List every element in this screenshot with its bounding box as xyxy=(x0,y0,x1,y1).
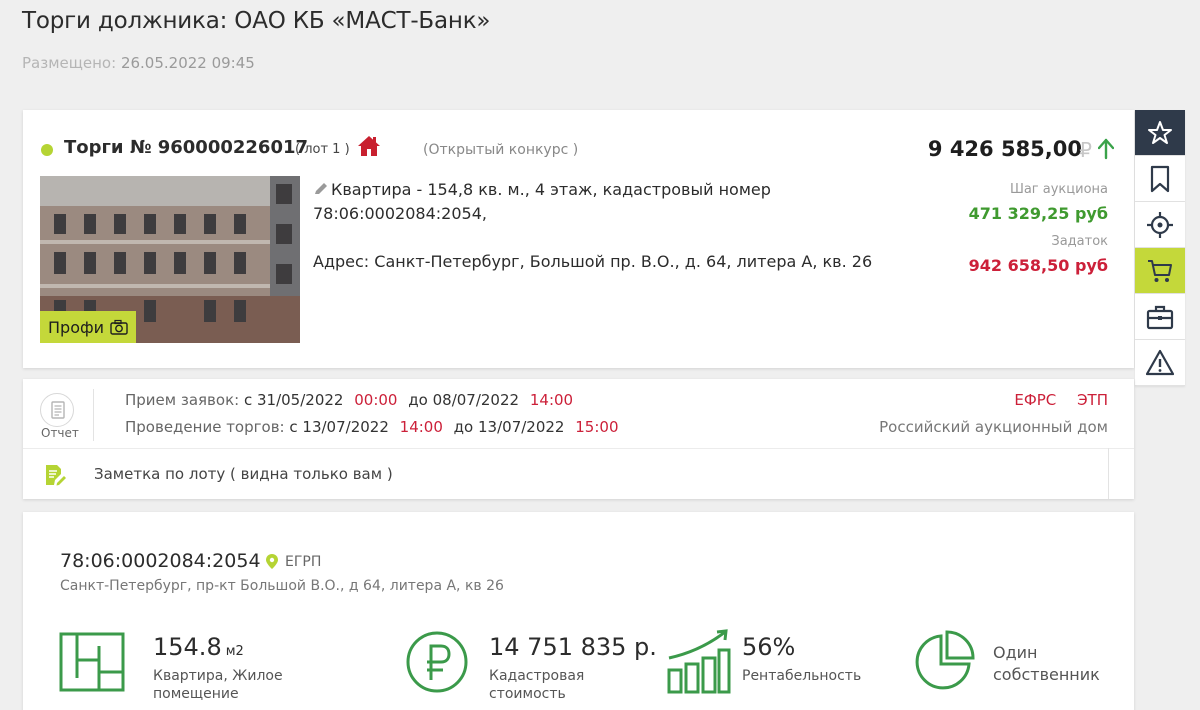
area-value: 154.8 м2 xyxy=(153,633,244,661)
target-icon xyxy=(1147,211,1173,238)
star-icon xyxy=(1148,120,1172,144)
camera-icon xyxy=(110,319,128,335)
warning-icon xyxy=(1146,349,1174,375)
note-edit-icon xyxy=(46,465,66,486)
schedule-card: Отчет Прием заявок: с 31/05/2022 00:00 д… xyxy=(23,379,1134,499)
ruble-icon: ₽ xyxy=(1079,140,1092,162)
floor-plan-icon xyxy=(59,632,125,692)
lot-address: Адрес: Санкт-Петербург, Большой пр. В.О.… xyxy=(313,252,873,271)
lot-card: Торги № 960000226017 ( лот 1 ) (Открытый… xyxy=(23,110,1134,368)
bookmark-icon xyxy=(1150,165,1170,192)
lot-label: ( лот 1 ) xyxy=(295,142,350,157)
divider xyxy=(23,448,1134,449)
pie-chart-icon xyxy=(915,630,975,690)
report-label: Отчет xyxy=(41,426,79,440)
cadastral-cost-description: Кадастровая стоимость xyxy=(489,668,585,702)
document-icon xyxy=(51,401,65,419)
briefcase-button[interactable] xyxy=(1135,294,1185,340)
cart-icon xyxy=(1148,259,1172,282)
profitability-label: Рентабельность xyxy=(742,668,862,684)
area-description: Квартира, Жилое помещение xyxy=(153,668,283,702)
divider xyxy=(93,389,94,441)
deposit-value: 942 658,50 руб xyxy=(968,256,1108,275)
auction-step-label: Шаг аукциона xyxy=(1009,182,1108,197)
bookmark-button[interactable] xyxy=(1135,156,1185,202)
etp-link[interactable]: ЭТП xyxy=(1077,391,1108,409)
briefcase-icon xyxy=(1146,305,1174,329)
auction-step-value: 471 329,25 руб xyxy=(968,204,1108,223)
egrp-address: Санкт-Петербург, пр-кт Большой В.О., д 6… xyxy=(60,578,504,594)
side-toolbar xyxy=(1135,110,1185,386)
lot-note-field[interactable]: Заметка по лоту ( видна только вам ) xyxy=(94,465,393,483)
cadastral-cost: 14 751 835 р. xyxy=(489,633,657,661)
profitability-value: 56% xyxy=(742,633,796,661)
page-title: Торги должника: ОАО КБ «МАСТ-Банк» xyxy=(22,8,491,34)
bidding-period: Проведение торгов: с 13/07/2022 14:00 до… xyxy=(125,418,619,436)
profi-badge[interactable]: Профи xyxy=(40,311,136,343)
cart-button[interactable] xyxy=(1135,248,1185,294)
divider xyxy=(1108,448,1109,499)
status-dot xyxy=(41,144,53,156)
report-problem-button[interactable] xyxy=(1135,340,1185,386)
auction-number[interactable]: Торги № 960000226017 xyxy=(64,137,308,158)
home-icon xyxy=(358,136,380,156)
lot-photo[interactable]: Профи xyxy=(40,176,300,343)
favorite-button[interactable] xyxy=(1135,110,1185,156)
map-pin-icon xyxy=(266,554,278,569)
target-button[interactable] xyxy=(1135,202,1185,248)
arrow-up-icon xyxy=(1098,138,1114,160)
owners-count: Один собственник xyxy=(993,643,1100,684)
external-links: ЕФРС ЭТП xyxy=(1014,391,1108,409)
growth-chart-icon xyxy=(667,629,731,694)
applications-period: Прием заявок: с 31/05/2022 00:00 до 08/0… xyxy=(125,391,574,409)
deposit-label: Задаток xyxy=(1051,234,1108,249)
egrp-label: ЕГРП xyxy=(285,554,322,570)
ruble-coin-icon xyxy=(406,631,468,693)
pencil-icon xyxy=(315,183,327,194)
posted-date: Размещено: 26.05.2022 09:45 xyxy=(22,54,255,72)
current-price: 9 426 585,00 xyxy=(927,137,1082,161)
lot-description: Квартира - 154,8 кв. м., 4 этаж, кадастр… xyxy=(313,180,771,223)
auction-type: (Открытый конкурс ) xyxy=(423,142,579,158)
efrs-link[interactable]: ЕФРС xyxy=(1014,391,1056,409)
operator-name: Российский аукционный дом xyxy=(879,418,1108,436)
report-button[interactable] xyxy=(40,393,74,427)
cadastral-number[interactable]: 78:06:0002084:2054 xyxy=(60,550,261,572)
egrp-card: 78:06:0002084:2054 ЕГРП Санкт-Петербург,… xyxy=(23,512,1134,710)
